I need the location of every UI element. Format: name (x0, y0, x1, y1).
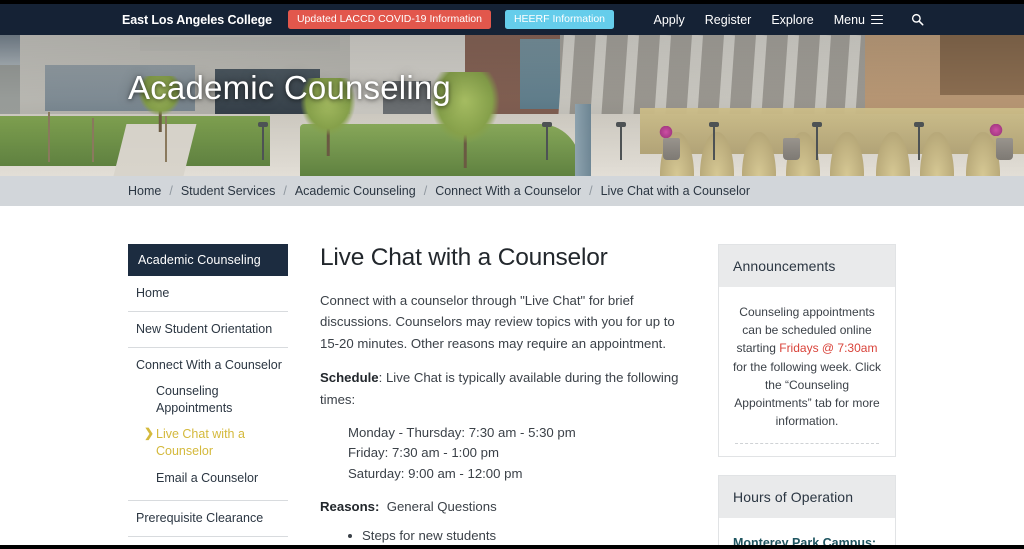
sidebar-item-live-chat-with-a-counselor[interactable]: ❯ Live Chat with a Counselor (128, 421, 288, 465)
search-icon[interactable] (911, 13, 924, 26)
sidebar-item-connect-with-a-counselor[interactable]: Connect With a Counselor (128, 348, 288, 378)
covid-info-button[interactable]: Updated LACCD COVID-19 Information (287, 10, 491, 29)
schedule-paragraph: Schedule: Live Chat is typically availab… (320, 367, 696, 410)
breadcrumb-separator: / (283, 184, 287, 198)
reasons-heading: Reasons: General Questions (320, 499, 696, 514)
schedule-hours-row: Friday: 7:30 am - 1:00 pm (348, 445, 499, 461)
site-brand[interactable]: East Los Angeles College (122, 13, 272, 27)
hero-banner: Academic Counseling (0, 35, 1024, 176)
list-item: Steps for new students (348, 526, 696, 545)
divider (735, 442, 879, 444)
reasons-list: Steps for new students Course Recommenda… (320, 526, 696, 545)
main-article: Live Chat with a Counselor Connect with … (288, 244, 718, 545)
primary-nav-links: Apply Register Explore Menu (654, 12, 925, 27)
nav-link-apply[interactable]: Apply (654, 13, 685, 27)
hours-of-operation-body: Monterey Park Campus: (719, 518, 895, 549)
sidebar-item-label: Live Chat with a Counselor (156, 427, 245, 459)
schedule-hours-row: Monday - Thursday: 7:30 am - 5:30 pm (348, 424, 576, 440)
chevron-right-icon: ❯ (144, 426, 155, 441)
reasons-label: Reasons: (320, 498, 380, 514)
announcements-body: Counseling appointments can be scheduled… (719, 287, 895, 456)
sidebar-item-email-a-counselor[interactable]: Email a Counselor (128, 465, 288, 492)
nav-link-register[interactable]: Register (705, 13, 752, 27)
announcements-highlight: Fridays @ 7:30am (779, 341, 878, 356)
nav-link-explore[interactable]: Explore (771, 13, 813, 27)
breadcrumb-item-home[interactable]: Home (128, 184, 161, 198)
sidebar-item-counseling-appointments[interactable]: Counseling Appointments (128, 378, 288, 422)
sidebar-header: Academic Counseling (128, 244, 288, 276)
right-sidebar: Announcements Counseling appointments ca… (718, 244, 896, 549)
menu-label: Menu (833, 12, 865, 27)
schedule-label: Schedule (320, 370, 379, 386)
sidebar-item-prerequisite-clearance[interactable]: Prerequisite Clearance (128, 501, 288, 537)
breadcrumb-separator: / (589, 184, 593, 198)
breadcrumb: Home / Student Services / Academic Couns… (0, 176, 1024, 206)
sidebar-item-new-student-orientation[interactable]: New Student Orientation (128, 312, 288, 348)
hamburger-icon (871, 12, 883, 26)
hours-of-operation-card: Hours of Operation Monterey Park Campus: (718, 474, 896, 549)
campus-label-monterey-park: Monterey Park Campus: (733, 535, 877, 549)
breadcrumb-separator: / (423, 184, 428, 198)
page-root: East Los Angeles College Updated LACCD C… (0, 0, 1024, 549)
sidebar-group-connect-with-a-counselor: Connect With a Counselor Counseling Appo… (128, 348, 288, 501)
schedule-hours-row: Saturday: 9:00 am - 12:00 pm (348, 466, 523, 482)
sidebar-navigation: Academic Counseling Home New Student Ori… (128, 244, 288, 545)
announcements-card: Announcements Counseling appointments ca… (718, 244, 896, 457)
announcements-text: Counseling appointments can be scheduled… (731, 303, 883, 431)
sidebar-item-home[interactable]: Home (128, 276, 288, 312)
page-content: Academic Counseling Home New Student Ori… (0, 206, 1024, 549)
breadcrumb-item-connect-with-a-counselor[interactable]: Connect With a Counselor (435, 184, 581, 198)
heerf-info-button[interactable]: HEERF Information (504, 10, 614, 29)
page-hero-title: Academic Counseling (128, 69, 451, 106)
announcements-header: Announcements (719, 245, 895, 287)
intro-paragraph: Connect with a counselor through "Live C… (320, 293, 675, 351)
schedule-hours-list: Monday - Thursday: 7:30 am - 5:30 pm Fri… (320, 423, 696, 485)
hours-of-operation-header: Hours of Operation (719, 475, 895, 518)
breadcrumb-item-live-chat[interactable]: Live Chat with a Counselor (601, 184, 750, 198)
menu-button[interactable]: Menu (833, 12, 883, 27)
breadcrumb-item-student-services[interactable]: Student Services (181, 184, 276, 198)
announcements-line2: for the following week. Click the “Couns… (732, 359, 882, 429)
breadcrumb-separator: / (169, 184, 173, 198)
breadcrumb-item-academic-counseling[interactable]: Academic Counseling (295, 184, 416, 198)
sidebar-item-elac-counseling-faculty[interactable]: ELAC Counseling Faculty (128, 537, 288, 545)
top-navigation-bar: East Los Angeles College Updated LACCD C… (0, 4, 1024, 35)
reasons-value: General Questions (386, 498, 497, 514)
page-title: Live Chat with a Counselor (320, 244, 608, 271)
